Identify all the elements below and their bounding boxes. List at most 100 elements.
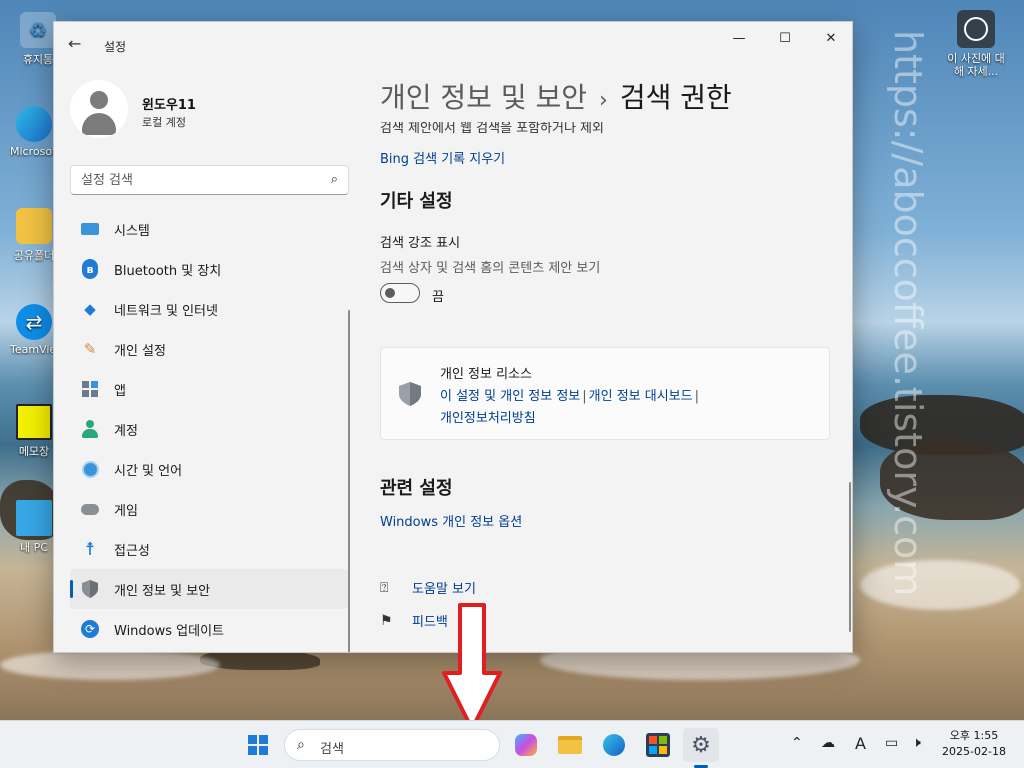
- photo-info-icon: [957, 10, 995, 48]
- taskbar-search[interactable]: ⌕ 검색: [284, 729, 500, 761]
- brush-icon: ✎: [83, 340, 97, 358]
- store-button[interactable]: [640, 728, 676, 762]
- privacy-resources-title: 개인 정보 리소스: [440, 367, 532, 382]
- feedback-icon: ⚑: [380, 612, 393, 629]
- clipped-description: 검색 제안에서 웹 검색을 포함하거나 제외: [380, 122, 604, 136]
- show-hidden-icons-chevron-up-icon[interactable]: ⌃: [791, 735, 803, 751]
- privacy-settings-info-link[interactable]: 이 설정 및 개인 정보 정보: [440, 389, 580, 404]
- bluetooth-icon: ʙ: [80, 259, 100, 279]
- minimize-button[interactable]: —: [716, 22, 762, 54]
- title-bar: ← 설정 — ☐ ✕: [54, 22, 852, 62]
- nav-item-windows-update[interactable]: ⟳ Windows 업데이트: [70, 609, 348, 649]
- file-explorer-button[interactable]: [552, 728, 588, 762]
- taskbar: ⌕ 검색 ⚙ ⌃ ☁ A ▭ 🕨 오후 1:55 2025-02-18: [0, 720, 1024, 768]
- taskbar-search-label: 검색: [320, 742, 344, 757]
- desktop-icon-shared-folder[interactable]: 공유폴더: [10, 208, 58, 263]
- edge-icon: [16, 106, 52, 142]
- feedback-row[interactable]: ⚑ 피드백: [380, 611, 448, 631]
- shield-icon: [399, 382, 421, 406]
- notepad-icon: [16, 404, 52, 440]
- nav-item-gaming[interactable]: 게임: [70, 489, 348, 529]
- page-title: 검색 권한: [619, 81, 732, 114]
- gamepad-icon: [80, 499, 100, 519]
- desktop-icon-this-pc[interactable]: 내 PC: [10, 500, 58, 555]
- clear-bing-history-link[interactable]: Bing 검색 기록 지우기: [380, 148, 505, 167]
- clock-time: 오후 1:55: [949, 729, 999, 742]
- content-scrollbar[interactable]: [849, 482, 851, 632]
- search-highlights-description: 검색 상자 및 검색 홈의 콘텐츠 제안 보기: [380, 261, 601, 276]
- windows-logo-icon: [248, 735, 268, 755]
- desktop-icon-edge[interactable]: Microsoft Edge: [10, 106, 58, 158]
- user-name: 윈도우11: [142, 98, 196, 113]
- nav-item-accounts[interactable]: 계정: [70, 409, 348, 449]
- privacy-dashboard-link[interactable]: 개인 정보 대시보드: [589, 389, 693, 404]
- gear-icon: ⚙: [691, 732, 711, 758]
- close-button[interactable]: ✕: [808, 22, 852, 54]
- content-pane: 개인 정보 및 보안 › 검색 권한 검색 제안에서 웹 검색을 포함하거나 제외 …: [380, 62, 852, 652]
- nav-item-accessibility[interactable]: ☨ 접근성: [70, 529, 348, 569]
- nav-scrollbar[interactable]: [348, 310, 350, 652]
- settings-search[interactable]: ⌕: [70, 165, 349, 195]
- account-type: 로컬 계정: [142, 116, 186, 129]
- avatar: [70, 80, 128, 138]
- privacy-statement-link[interactable]: 개인정보처리방침: [440, 411, 536, 426]
- search-highlights-title: 검색 강조 표시: [380, 236, 461, 251]
- apps-icon: [80, 379, 100, 399]
- nav-item-personalization[interactable]: ✎ 개인 설정: [70, 329, 348, 369]
- related-settings-heading: 관련 설정: [380, 478, 453, 499]
- accessibility-icon: ☨: [85, 538, 95, 560]
- nav-item-network[interactable]: ◆ 네트워크 및 인터넷: [70, 289, 348, 329]
- settings-window: ← 설정 — ☐ ✕ 윈도우11 로컬 계정 ⌕ 시스템 ʙ Bluetooth…: [53, 21, 853, 653]
- store-icon: [646, 733, 670, 757]
- desktop-icon-teamviewer[interactable]: ⇄ TeamViewer: [10, 304, 58, 356]
- breadcrumb-separator: ›: [599, 88, 608, 113]
- system-icon: [80, 219, 100, 239]
- start-button[interactable]: [240, 728, 276, 762]
- monitor-icon: [16, 500, 52, 536]
- update-icon: ⟳: [80, 619, 100, 639]
- back-arrow-icon[interactable]: ←: [68, 34, 81, 53]
- clock-globe-icon: [80, 459, 100, 479]
- get-help-link[interactable]: 도움말 보기: [412, 578, 476, 597]
- edge-button[interactable]: [596, 728, 632, 762]
- recycle-bin-icon: ♻: [20, 12, 56, 48]
- shield-icon: [80, 579, 100, 599]
- nav-item-apps[interactable]: 앱: [70, 369, 348, 409]
- annotation-arrow-icon: [442, 603, 502, 731]
- copilot-icon: [515, 734, 537, 756]
- windows-privacy-options-link[interactable]: Windows 개인 정보 옵션: [380, 511, 522, 530]
- settings-search-input[interactable]: [81, 171, 311, 189]
- nav-item-time-language[interactable]: 시간 및 언어: [70, 449, 348, 489]
- system-clock[interactable]: 오후 1:55 2025-02-18: [934, 728, 1014, 760]
- about-this-photo[interactable]: 이 사진에 대해 자세...: [944, 8, 1008, 78]
- nav-item-privacy-security[interactable]: 개인 정보 및 보안: [70, 569, 348, 609]
- teamviewer-icon: ⇄: [16, 304, 52, 340]
- desktop-icon-notepad[interactable]: 메모장: [10, 404, 58, 459]
- nav-item-bluetooth[interactable]: ʙ Bluetooth 및 장치: [70, 249, 348, 289]
- privacy-resources-links: 이 설정 및 개인 정보 정보 | 개인 정보 대시보드 | 개인정보처리방침: [440, 389, 699, 426]
- folder-icon: [16, 208, 52, 244]
- onedrive-icon[interactable]: ☁: [821, 735, 835, 751]
- navigation-pane: 윈도우11 로컬 계정 ⌕ 시스템 ʙ Bluetooth 및 장치 ◆ 네트워…: [54, 62, 354, 652]
- copilot-button[interactable]: [508, 728, 544, 762]
- search-icon: ⌕: [330, 172, 338, 187]
- search-highlights-toggle[interactable]: [380, 283, 420, 303]
- maximize-button[interactable]: ☐: [762, 22, 808, 54]
- breadcrumb: 개인 정보 및 보안 › 검색 권한: [380, 76, 732, 116]
- network-icon: ◆: [84, 300, 96, 318]
- folder-icon: [558, 736, 582, 754]
- get-help-row[interactable]: ⍰ 도움말 보기: [380, 578, 476, 598]
- other-settings-heading: 기타 설정: [380, 191, 453, 212]
- volume-muted-icon[interactable]: 🕨: [912, 735, 921, 751]
- nav-item-system[interactable]: 시스템: [70, 209, 348, 249]
- nav-list: 시스템 ʙ Bluetooth 및 장치 ◆ 네트워크 및 인터넷 ✎ 개인 설…: [70, 209, 348, 649]
- clock-date: 2025-02-18: [942, 745, 1006, 758]
- toggle-state-label: 끔: [432, 290, 444, 305]
- account-icon: [80, 419, 100, 439]
- help-icon: ⍰: [380, 579, 389, 596]
- ime-indicator[interactable]: A: [855, 734, 866, 753]
- app-title: 설정: [104, 40, 127, 54]
- settings-taskbar-button[interactable]: ⚙: [683, 728, 719, 762]
- network-status-icon[interactable]: ▭: [885, 735, 898, 751]
- breadcrumb-parent[interactable]: 개인 정보 및 보안: [380, 81, 587, 114]
